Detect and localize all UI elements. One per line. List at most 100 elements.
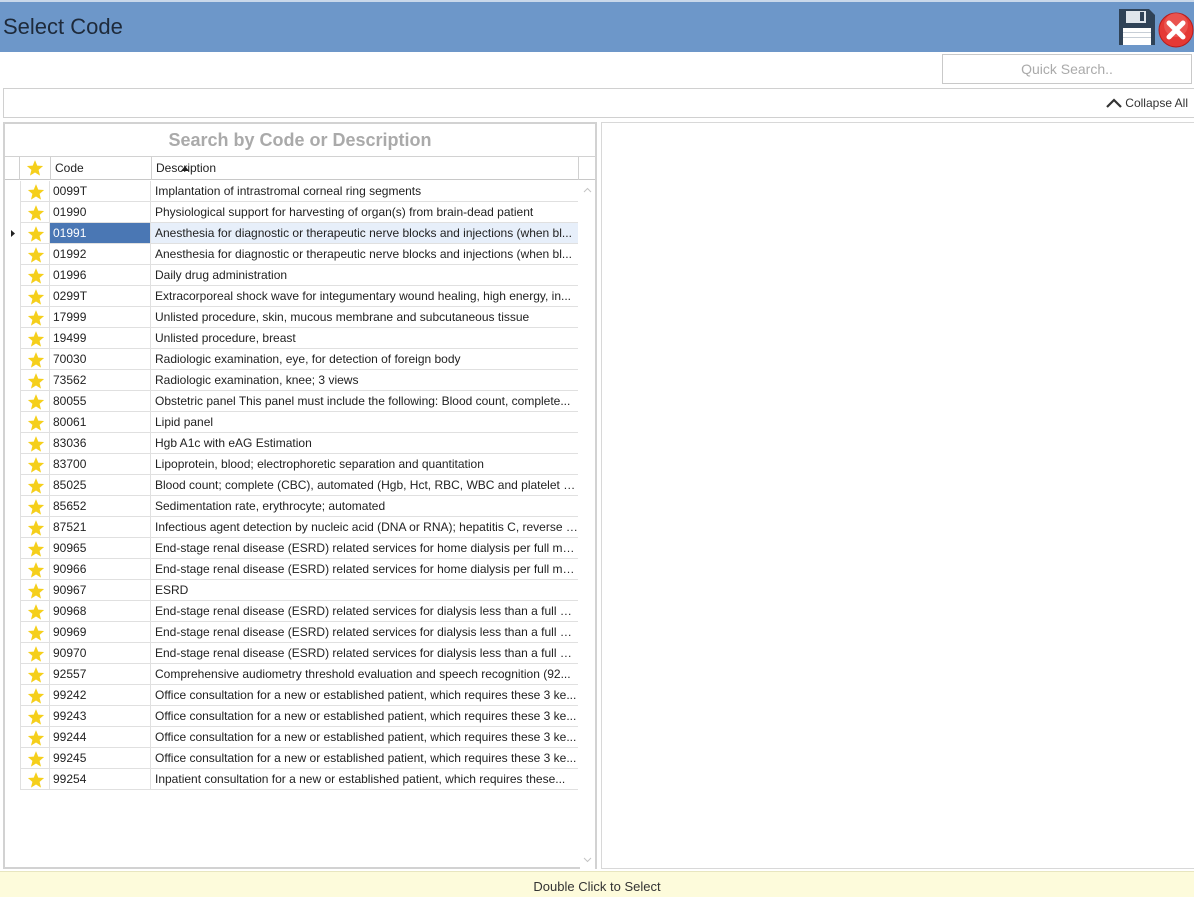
quick-search-input[interactable] — [942, 54, 1192, 84]
code-column-header[interactable]: Code — [51, 157, 189, 180]
code-cell[interactable]: 90966 — [50, 559, 151, 580]
favorite-star-cell[interactable] — [20, 328, 50, 349]
table-row[interactable]: 83036 Hgb A1c with eAG Estimation — [5, 433, 578, 454]
table-row[interactable]: 85025 Blood count; complete (CBC), automa… — [5, 475, 578, 496]
code-cell[interactable]: 90967 — [50, 580, 151, 601]
table-row[interactable]: 90966 End-stage renal disease (ESRD) rela… — [5, 559, 578, 580]
code-cell[interactable]: 85025 — [50, 475, 151, 496]
favorite-star-cell[interactable] — [20, 748, 50, 769]
table-row[interactable]: 90970 End-stage renal disease (ESRD) rela… — [5, 643, 578, 664]
favorite-star-cell[interactable] — [20, 475, 50, 496]
favorite-star-cell[interactable] — [20, 538, 50, 559]
table-row[interactable]: 90969 End-stage renal disease (ESRD) rela… — [5, 622, 578, 643]
favorite-star-cell[interactable] — [20, 307, 50, 328]
description-column-header[interactable]: Description — [152, 157, 579, 180]
code-cell[interactable]: 92557 — [50, 664, 151, 685]
table-row[interactable]: 85652 Sedimentation rate, erythrocyte; au… — [5, 496, 578, 517]
code-cell[interactable]: 83700 — [50, 454, 151, 475]
code-cell[interactable]: 90970 — [50, 643, 151, 664]
save-button[interactable] — [1118, 8, 1156, 46]
favorite-star-cell[interactable] — [20, 265, 50, 286]
code-cell[interactable]: 99242 — [50, 685, 151, 706]
description-cell[interactable]: Infectious agent detection by nucleic ac… — [151, 517, 578, 538]
description-cell[interactable]: Inpatient consultation for a new or esta… — [151, 769, 578, 790]
code-cell[interactable]: 90969 — [50, 622, 151, 643]
description-cell[interactable]: End-stage renal disease (ESRD) related s… — [151, 601, 578, 622]
table-row[interactable]: 83700 Lipoprotein, blood; electrophoretic… — [5, 454, 578, 475]
table-row[interactable]: 01996 Daily drug administration — [5, 265, 578, 286]
description-cell[interactable]: Hgb A1c with eAG Estimation — [151, 433, 578, 454]
code-cell[interactable]: 0299T — [50, 286, 151, 307]
favorite-star-cell[interactable] — [20, 559, 50, 580]
vertical-scrollbar[interactable] — [580, 181, 595, 869]
table-row[interactable]: 80061 Lipid panel — [5, 412, 578, 433]
table-row[interactable]: 17999 Unlisted procedure, skin, mucous me… — [5, 307, 578, 328]
description-cell[interactable]: Extracorporeal shock wave for integument… — [151, 286, 578, 307]
favorite-star-cell[interactable] — [20, 580, 50, 601]
favorite-star-cell[interactable] — [20, 202, 50, 223]
table-row[interactable]: 01992 Anesthesia for diagnostic or therap… — [5, 244, 578, 265]
code-cell[interactable]: 01996 — [50, 265, 151, 286]
close-button[interactable] — [1158, 12, 1194, 48]
table-row[interactable]: 19499 Unlisted procedure, breast — [5, 328, 578, 349]
code-cell[interactable]: 99245 — [50, 748, 151, 769]
favorite-star-cell[interactable] — [20, 286, 50, 307]
description-cell[interactable]: Blood count; complete (CBC), automated (… — [151, 475, 578, 496]
description-cell[interactable]: Unlisted procedure, skin, mucous membran… — [151, 307, 578, 328]
description-cell[interactable]: Implantation of intrastromal corneal rin… — [151, 181, 578, 202]
table-row[interactable]: 01991 Anesthesia for diagnostic or therap… — [5, 223, 578, 244]
code-cell[interactable]: 01990 — [50, 202, 151, 223]
code-cell[interactable]: 99254 — [50, 769, 151, 790]
table-row[interactable]: 99244 Office consultation for a new or es… — [5, 727, 578, 748]
collapse-all-button[interactable]: Collapse All — [1105, 96, 1188, 110]
table-row[interactable]: 99243 Office consultation for a new or es… — [5, 706, 578, 727]
description-cell[interactable]: Office consultation for a new or establi… — [151, 727, 578, 748]
favorite-star-cell[interactable] — [20, 727, 50, 748]
table-row[interactable]: 90965 End-stage renal disease (ESRD) rela… — [5, 538, 578, 559]
description-cell[interactable]: Unlisted procedure, breast — [151, 328, 578, 349]
favorite-star-cell[interactable] — [20, 412, 50, 433]
description-cell[interactable]: End-stage renal disease (ESRD) related s… — [151, 643, 578, 664]
description-cell[interactable]: Lipoprotein, blood; electrophoretic sepa… — [151, 454, 578, 475]
code-cell[interactable]: 87521 — [50, 517, 151, 538]
favorite-star-cell[interactable] — [20, 391, 50, 412]
table-row[interactable]: 70030 Radiologic examination, eye, for de… — [5, 349, 578, 370]
table-row[interactable]: 99242 Office consultation for a new or es… — [5, 685, 578, 706]
favorite-star-cell[interactable] — [20, 622, 50, 643]
favorite-column-header[interactable] — [20, 157, 51, 180]
code-cell[interactable]: 80061 — [50, 412, 151, 433]
description-cell[interactable]: Lipid panel — [151, 412, 578, 433]
table-row[interactable]: 90968 End-stage renal disease (ESRD) rela… — [5, 601, 578, 622]
table-row[interactable]: 90967 ESRD — [5, 580, 578, 601]
code-cell[interactable]: 85652 — [50, 496, 151, 517]
description-cell[interactable]: Sedimentation rate, erythrocyte; automat… — [151, 496, 578, 517]
description-cell[interactable]: Office consultation for a new or establi… — [151, 706, 578, 727]
code-cell[interactable]: 70030 — [50, 349, 151, 370]
code-cell[interactable]: 80055 — [50, 391, 151, 412]
code-cell[interactable]: 01992 — [50, 244, 151, 265]
table-row[interactable]: 99254 Inpatient consultation for a new or… — [5, 769, 578, 790]
code-search-input[interactable] — [5, 124, 595, 157]
favorite-star-cell[interactable] — [20, 769, 50, 790]
favorite-star-cell[interactable] — [20, 244, 50, 265]
code-cell[interactable]: 99243 — [50, 706, 151, 727]
table-row[interactable]: 73562 Radiologic examination, knee; 3 vie… — [5, 370, 578, 391]
table-row[interactable]: 0099T Implantation of intrastromal cornea… — [5, 181, 578, 202]
favorite-star-cell[interactable] — [20, 496, 50, 517]
table-row[interactable]: 87521 Infectious agent detection by nucle… — [5, 517, 578, 538]
description-cell[interactable]: ESRD — [151, 580, 578, 601]
favorite-star-cell[interactable] — [20, 223, 50, 244]
description-cell[interactable]: Comprehensive audiometry threshold evalu… — [151, 664, 578, 685]
description-cell[interactable]: End-stage renal disease (ESRD) related s… — [151, 559, 578, 580]
description-cell[interactable]: Daily drug administration — [151, 265, 578, 286]
favorite-star-cell[interactable] — [20, 706, 50, 727]
code-cell[interactable]: 0099T — [50, 181, 151, 202]
table-row[interactable]: 99245 Office consultation for a new or es… — [5, 748, 578, 769]
code-cell[interactable]: 83036 — [50, 433, 151, 454]
favorite-star-cell[interactable] — [20, 664, 50, 685]
code-cell[interactable]: 01991 — [50, 223, 151, 244]
description-cell[interactable]: End-stage renal disease (ESRD) related s… — [151, 622, 578, 643]
table-row[interactable]: 80055 Obstetric panel This panel must inc… — [5, 391, 578, 412]
favorite-star-cell[interactable] — [20, 454, 50, 475]
code-cell[interactable]: 19499 — [50, 328, 151, 349]
